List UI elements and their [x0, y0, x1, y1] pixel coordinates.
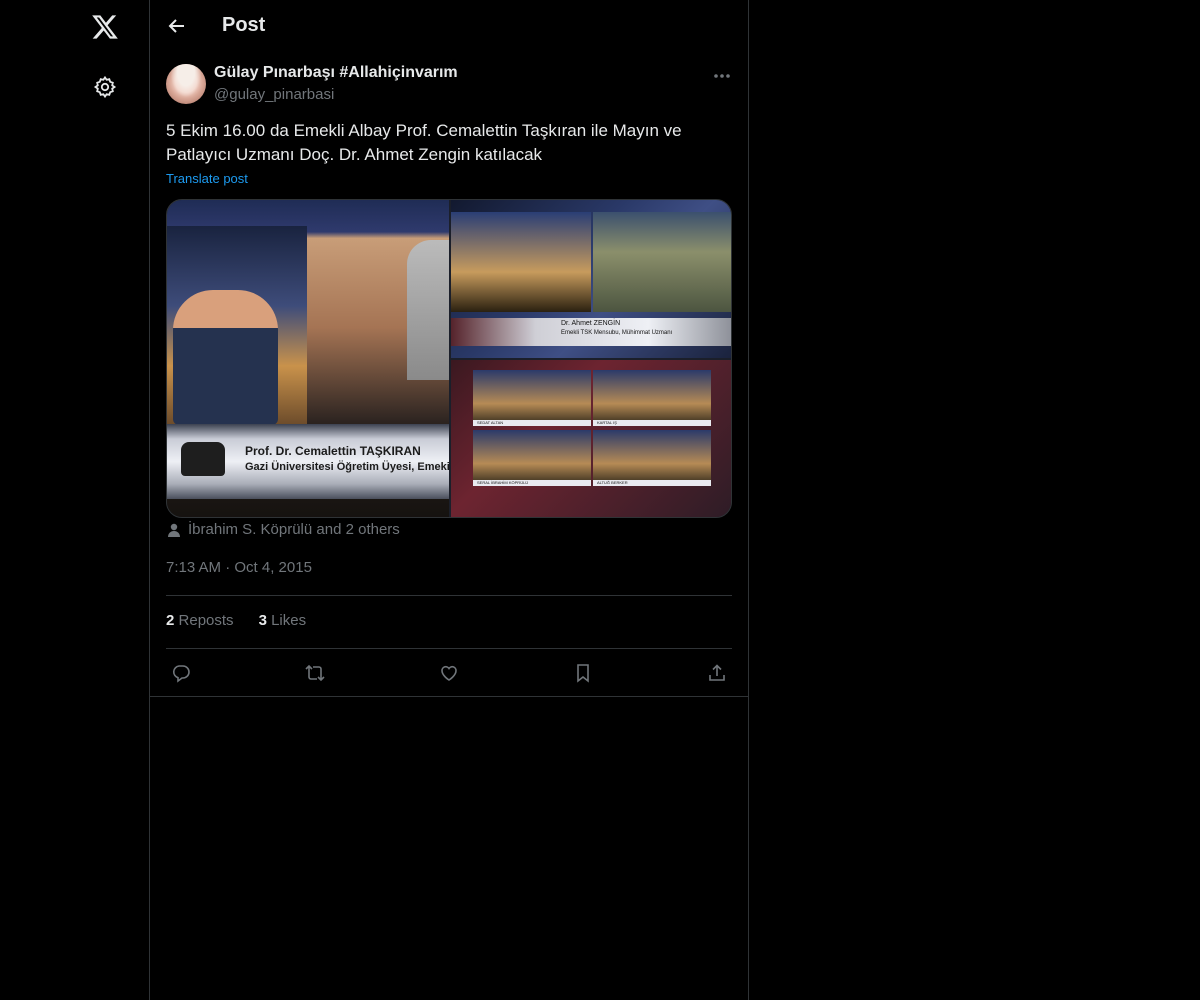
top-right-name: Dr. Ahmet ZENGİN: [561, 320, 621, 327]
likes-count: 3: [258, 612, 267, 629]
reposts-stat[interactable]: 2 Reposts: [166, 612, 234, 629]
lower-third-banner: Prof. Dr. Cemalettin TAŞKIRAN Gazi Ünive…: [167, 424, 449, 499]
share-icon[interactable]: [704, 660, 730, 686]
post-media-image[interactable]: Prof. Dr. Cemalettin TAŞKIRAN Gazi Ünive…: [166, 199, 732, 518]
header: Post: [150, 0, 748, 54]
liked-by[interactable]: İbrahim S. Köprülü and 2 others: [166, 521, 400, 538]
author-name[interactable]: Gülay Pınarbaşı #Allahiçinvarım: [214, 64, 458, 82]
reply-icon[interactable]: [168, 660, 194, 686]
post-stats: 2 Reposts 3 Likes: [166, 612, 306, 629]
lower-third-subtitle: Gazi Üniversitesi Öğretim Üyesi, Emeki A…: [245, 461, 449, 473]
media-panel-top-right: Dr. Ahmet ZENGİN Emekli TSK Mensubu, Müh…: [451, 200, 731, 358]
person-icon: [168, 523, 180, 537]
post-text: 5 Ekim 16.00 da Emekli Albay Prof. Cemal…: [166, 121, 682, 164]
avatar[interactable]: [166, 64, 206, 104]
arrow-left-icon[interactable]: [166, 15, 188, 37]
likes-stat[interactable]: 3 Likes: [259, 612, 307, 629]
lower-third-name: Prof. Dr. Cemalettin TAŞKIRAN: [245, 444, 421, 458]
x-logo-icon[interactable]: [90, 12, 120, 42]
like-icon[interactable]: [436, 660, 462, 686]
repost-icon[interactable]: [302, 660, 328, 686]
action-bar: [166, 660, 732, 686]
more-options-icon[interactable]: [710, 68, 734, 84]
main-column: Post Gülay Pınarbaşı #Allahiçinvarım @gu…: [149, 0, 749, 1000]
media-panel-left: Prof. Dr. Cemalettin TAŞKIRAN Gazi Ünive…: [167, 200, 449, 517]
page-title: Post: [222, 14, 266, 36]
post-timestamp[interactable]: 7:13 AM · Oct 4, 2015: [166, 559, 312, 576]
liked-by-text: İbrahim S. Köprülü and 2 others: [188, 521, 400, 538]
media-panel-bottom-right: SEDAT ALTAN KARTAL IŞ SERAL İBRAHİM KÖPR…: [451, 360, 731, 517]
telephone-icon: [181, 442, 225, 476]
grid-label: KARTAL IŞ: [593, 420, 711, 426]
likes-label: Likes: [271, 612, 307, 629]
translate-link[interactable]: Translate post: [166, 171, 248, 186]
author-handle[interactable]: @gulay_pinarbasi: [214, 86, 334, 103]
bookmark-icon[interactable]: [570, 660, 596, 686]
top-right-subtitle: Emekli TSK Mensubu, Mühimmat Uzmanı: [561, 330, 673, 336]
reposts-label: Reposts: [178, 612, 234, 629]
grid-label: ALTUĞ BERKER: [593, 480, 711, 486]
grid-label: SEDAT ALTAN: [473, 420, 591, 426]
left-navigation: [0, 0, 150, 1000]
reposts-count: 2: [166, 612, 175, 629]
grid-label: SERAL İBRAHİM KÖPRÜLÜ: [473, 480, 591, 486]
divider: [166, 648, 732, 649]
divider: [150, 696, 748, 697]
divider: [166, 595, 732, 596]
gear-icon[interactable]: [92, 74, 118, 100]
